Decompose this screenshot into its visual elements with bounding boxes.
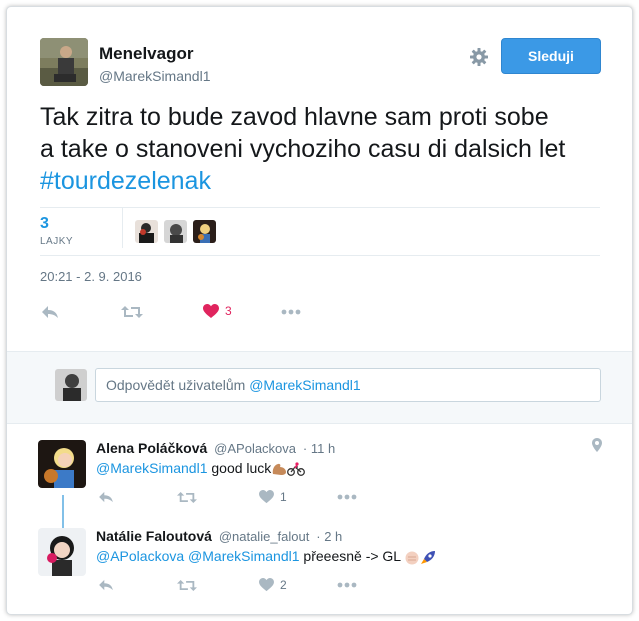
- tweet-text: Tak zitra to bude zavod hlavne sam proti…: [40, 101, 620, 197]
- reply-placeholder-mention: @MarekSimandl1: [249, 377, 361, 393]
- reply-icon: [99, 579, 113, 591]
- reply-avatar[interactable]: [38, 440, 86, 488]
- likes-count: 3: [40, 215, 49, 232]
- tweet-card: Menelvagor @MarekSimandl1 Sleduji Tak zi…: [6, 6, 633, 615]
- like-count: 1: [280, 490, 287, 504]
- heart-icon: [259, 578, 274, 592]
- more-icon: [337, 582, 357, 588]
- reply-author[interactable]: Alena Poláčková @APolackova · 11 h: [96, 440, 335, 456]
- retweet-icon: [177, 579, 197, 591]
- reply-mention[interactable]: @MarekSimandl1: [188, 548, 299, 564]
- reply-author-handle[interactable]: @natalie_falout: [219, 529, 310, 544]
- reply-text: @APolackova @MarekSimandl1 přeeesně -> G…: [96, 548, 436, 565]
- more-icon: [281, 309, 301, 315]
- reply-author[interactable]: Natálie Faloutová @natalie_falout · 2 h: [96, 528, 342, 544]
- reply-body: good luck: [211, 460, 272, 476]
- heart-icon: [203, 303, 219, 318]
- heart-icon: [259, 490, 274, 504]
- hashtag-link[interactable]: #tourdezelenak: [40, 167, 211, 195]
- reply-input[interactable]: Odpovědět uživatelům @MarekSimandl1: [95, 368, 601, 402]
- reply-action[interactable]: [98, 487, 114, 507]
- reply-author-name[interactable]: Natálie Faloutová: [96, 528, 212, 544]
- tweet-timestamp[interactable]: 20:21 - 2. 9. 2016: [40, 269, 142, 284]
- divider: [40, 255, 600, 256]
- likes-label: LAJKY: [40, 236, 74, 247]
- more-action[interactable]: [281, 302, 301, 322]
- fist-bump-icon: [405, 551, 419, 565]
- retweet-action[interactable]: [177, 487, 197, 507]
- author-handle[interactable]: @MarekSimandl1: [99, 68, 210, 84]
- reply-placeholder: Odpovědět uživatelům: [106, 377, 246, 393]
- retweet-action[interactable]: [177, 575, 197, 595]
- reply-action[interactable]: [98, 575, 114, 595]
- liker-avatar[interactable]: [135, 220, 158, 243]
- rocket-icon: [421, 550, 436, 564]
- tweet-text-line1: Tak zitra to bude zavod hlavne sam proti…: [40, 103, 549, 131]
- current-user-avatar: [55, 369, 87, 401]
- reply-avatar[interactable]: [38, 528, 86, 576]
- reply-text: @MarekSimandl1 good luck: [96, 460, 306, 477]
- conversation-thread-line: [62, 495, 64, 529]
- reply-time-value: 2 h: [324, 529, 343, 544]
- reply-action[interactable]: [41, 302, 59, 322]
- like-count: 2: [280, 578, 287, 592]
- reply-author-handle[interactable]: @APolackova: [214, 441, 296, 456]
- retweet-icon: [177, 491, 197, 503]
- bicycle-icon: [287, 462, 306, 477]
- reply-time[interactable]: · 11 h: [303, 441, 335, 456]
- reply-icon: [99, 491, 113, 503]
- retweet-icon: [121, 306, 143, 318]
- reply-time[interactable]: · 2 h: [316, 529, 342, 544]
- flexed-biceps-icon: [273, 464, 287, 476]
- divider: [40, 207, 600, 208]
- like-count: 3: [225, 304, 232, 318]
- reply-mention[interactable]: @APolackova: [96, 548, 184, 564]
- location-pin-icon[interactable]: [592, 438, 602, 452]
- follow-button[interactable]: Sleduji: [501, 38, 601, 74]
- reply-author-name[interactable]: Alena Poláčková: [96, 440, 207, 456]
- likes-stat[interactable]: 3 LAJKY: [40, 215, 90, 247]
- liker-avatar[interactable]: [164, 220, 187, 243]
- more-action[interactable]: [337, 487, 357, 507]
- liker-avatar[interactable]: [193, 220, 216, 243]
- divider: [122, 208, 123, 248]
- author-name[interactable]: Menelvagor: [99, 44, 193, 64]
- reply-time-value: 11 h: [310, 441, 336, 456]
- reply-icon: [42, 306, 58, 318]
- more-icon: [337, 494, 357, 500]
- like-action[interactable]: 2: [259, 575, 287, 595]
- reply-body: přeeesně -> GL: [303, 548, 401, 564]
- like-action[interactable]: 3: [203, 301, 232, 321]
- like-action[interactable]: 1: [259, 487, 287, 507]
- author-avatar[interactable]: [40, 38, 88, 86]
- retweet-action[interactable]: [121, 302, 143, 322]
- reply-mention[interactable]: @MarekSimandl1: [96, 460, 207, 476]
- more-action[interactable]: [337, 575, 357, 595]
- tweet-text-line2: a take o stanoveni vychoziho casu di dal…: [40, 135, 566, 163]
- gear-icon[interactable]: [469, 47, 489, 67]
